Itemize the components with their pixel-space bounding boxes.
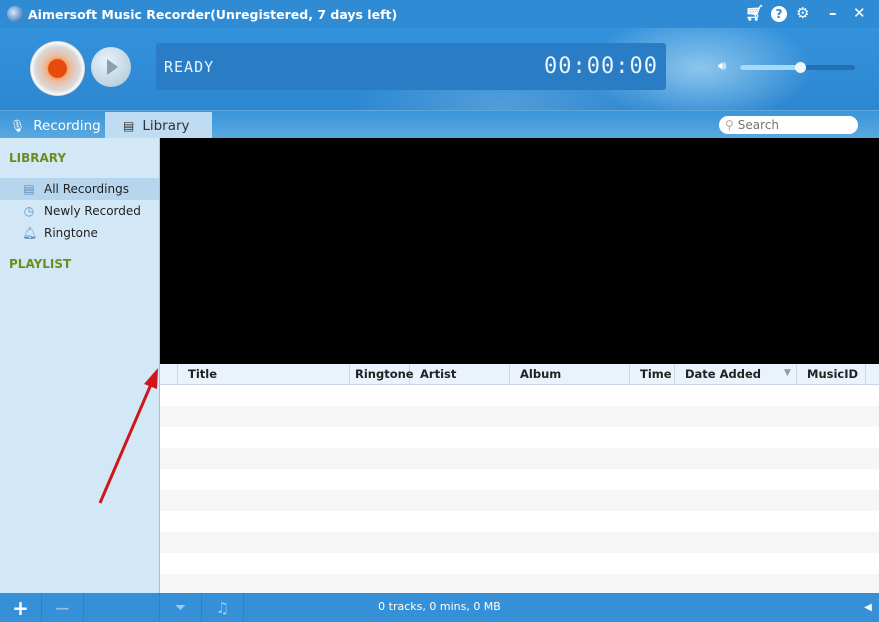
volume-thumb[interactable] [794,62,806,73]
playlist-heading: PLAYLIST [9,257,72,271]
time-counter: 00:00:00 [544,54,658,79]
column-header-artist[interactable]: Artist [410,364,510,385]
tab-bar: 🎙︎ Recording ▤ Library ⚲ [0,110,879,139]
empty-row [160,406,879,427]
column-header-time[interactable]: Time [630,364,675,385]
sidebar: LIBRARY ▤ All Recordings ◷ Newly Recorded … [0,138,160,593]
search-box[interactable]: ⚲ [719,116,858,134]
sidebar-item-label: All Recordings [44,182,129,196]
tab-label: Recording [33,117,101,134]
table-header: Title Ringtone Artist Album Time Date Ad… [160,364,879,385]
status-text: READY [164,58,215,76]
tab-label: Library [142,117,190,134]
minimize-button[interactable]: – [829,4,837,22]
empty-row [160,385,879,406]
empty-row [160,532,879,553]
play-button[interactable] [91,47,131,87]
title-bar: Aimersoft Music Recorder(Unregistered, 7… [0,0,879,28]
preview-area [160,138,879,364]
empty-row [160,574,879,593]
app-logo-icon [7,6,23,22]
bell-icon: 🔔︎ [22,226,38,240]
remove-button[interactable]: − [42,593,84,622]
collapse-panel-icon[interactable]: ◀ [857,593,879,622]
column-header-date-added[interactable]: Date Added [675,364,797,385]
tab-recording[interactable]: 🎙︎ Recording [0,112,105,139]
list-icon: ▤ [23,182,35,196]
window-title: Aimersoft Music Recorder(Unregistered, 7… [28,6,398,22]
column-header-album[interactable]: Album [510,364,630,385]
sidebar-item-ringtone[interactable]: 🔔︎ Ringtone [0,222,159,244]
empty-row [160,469,879,490]
library-heading: LIBRARY [9,151,67,165]
add-button[interactable]: + [0,593,42,622]
sidebar-item-label: Ringtone [44,226,98,240]
cart-icon[interactable]: 🛒︎ [745,4,764,22]
help-icon[interactable]: ? [771,6,787,22]
sidebar-item-newly-recorded[interactable]: ◷ Newly Recorded [0,200,159,222]
empty-row [160,511,879,532]
volume-slider[interactable] [740,62,855,73]
sidebar-item-all-recordings[interactable]: ▤ All Recordings [0,178,159,200]
volume-fill [740,65,800,70]
settings-gear-icon[interactable]: ⚙ [796,4,809,22]
toolbar-spacer [84,593,160,622]
empty-row [160,448,879,469]
clock-icon: ◷ [23,204,35,218]
player-header: READY 00:00:00 🔊︎ [0,28,879,110]
tracks-table: Title Ringtone Artist Album Time Date Ad… [160,364,879,593]
empty-row [160,490,879,511]
search-icon: ⚲ [725,118,734,132]
library-icon: ▤ [123,118,135,133]
microphone-icon: 🎙︎ [10,118,26,133]
column-header-select[interactable] [160,364,178,385]
search-input[interactable] [737,118,848,132]
sort-desc-icon: ▼ [784,368,791,378]
empty-row [160,427,879,448]
close-button[interactable]: ✕ [853,4,866,22]
empty-row [160,553,879,574]
column-header-ringtone[interactable]: Ringtone [350,364,414,385]
status-display: READY 00:00:00 [156,43,666,90]
volume-icon[interactable]: 🔊︎ [718,59,726,74]
column-header-musicid[interactable]: MusicID [797,364,866,385]
sidebar-item-label: Newly Recorded [44,204,141,218]
column-header-title[interactable]: Title [178,364,350,385]
tab-library[interactable]: ▤ Library [105,112,212,139]
export-music-icon[interactable]: ♫ [202,593,244,622]
record-button[interactable] [30,41,85,96]
table-body [160,385,879,593]
bottom-toolbar: 0 tracks, 0 mins, 0 MB + − ⏷ ♫ ◀ [0,593,879,622]
filter-icon[interactable]: ⏷ [160,593,202,622]
